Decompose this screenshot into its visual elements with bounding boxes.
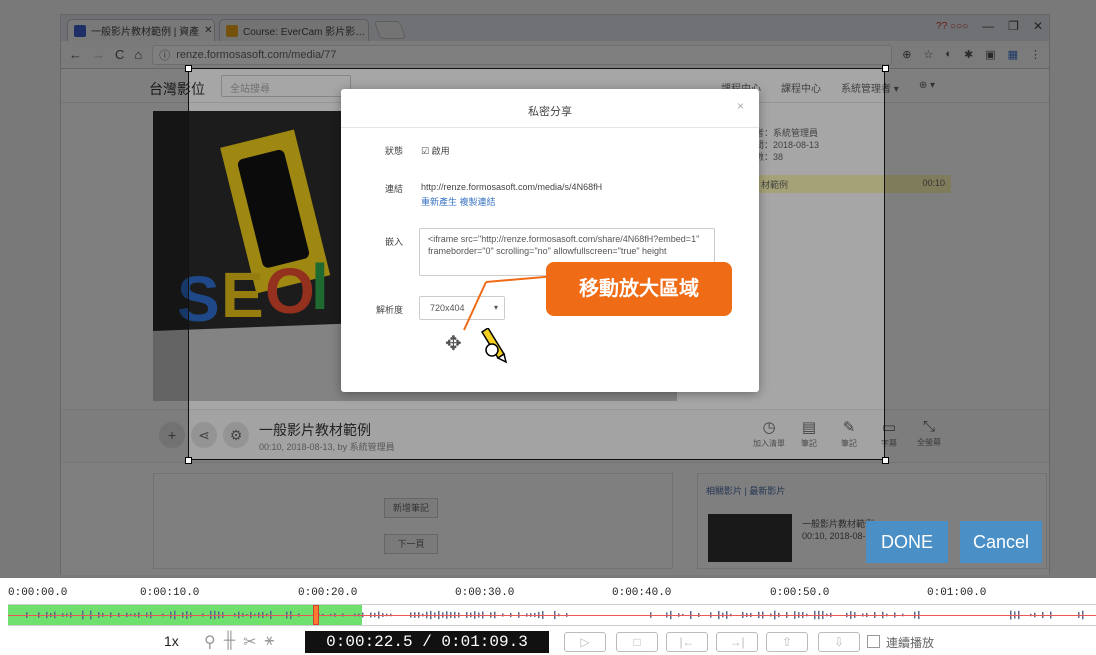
move-up-button[interactable]: ⇧ bbox=[766, 632, 808, 652]
embed-label: 嵌入 bbox=[384, 237, 403, 247]
move-cursor-icon: ✥ bbox=[445, 333, 462, 355]
move-down-button[interactable]: ⇩ bbox=[818, 632, 860, 652]
close-icon[interactable]: × bbox=[737, 99, 744, 113]
zoom-icon[interactable]: ⚲ bbox=[204, 632, 216, 652]
dim-overlay-left bbox=[0, 68, 188, 460]
resize-handle[interactable] bbox=[185, 457, 192, 464]
timeline-tick-label: 0:00:30.0 bbox=[455, 587, 515, 599]
cancel-button[interactable]: Cancel bbox=[960, 521, 1042, 563]
cut-icon[interactable]: ✂ bbox=[243, 632, 256, 652]
loop-label: 連續播放 bbox=[886, 636, 935, 650]
done-button[interactable]: DONE bbox=[866, 521, 948, 563]
prev-icon: |← bbox=[679, 635, 695, 649]
split-icon[interactable]: ⚹ bbox=[264, 632, 274, 652]
playback-controls: 1x ⚲ ╫ ✂ ⚹ 0:00:22.5 / 0:01:09.3 ▷ □ |← … bbox=[0, 630, 1096, 655]
timeline-tick-label: 0:01:00.0 bbox=[927, 587, 987, 599]
timeline-tools: ⚲ ╫ ✂ ⚹ bbox=[204, 632, 274, 652]
next-mark-button[interactable]: →| bbox=[716, 632, 758, 652]
down-icon: ⇩ bbox=[833, 635, 845, 649]
enable-checkbox[interactable]: ☑ 啟用 bbox=[421, 144, 450, 157]
timeline-tick-label: 0:00:00.0 bbox=[8, 587, 68, 599]
loop-checkbox[interactable] bbox=[867, 635, 880, 648]
up-icon: ⇧ bbox=[781, 635, 793, 649]
playhead-handle[interactable] bbox=[313, 605, 319, 625]
share-link[interactable]: http://renze.formosasoft.com/media/s/4N6… bbox=[421, 182, 602, 192]
link-actions[interactable]: 重新產生 複製連結 bbox=[421, 195, 496, 208]
callout-label: 移動放大區域 bbox=[546, 262, 732, 316]
resolution-label: 解析度 bbox=[375, 305, 403, 315]
track-baseline bbox=[8, 615, 1096, 616]
play-button[interactable]: ▷ bbox=[564, 632, 606, 652]
link-label: 連結 bbox=[384, 184, 403, 194]
timeline-tick-label: 0:00:20.0 bbox=[298, 587, 358, 599]
stop-button[interactable]: □ bbox=[616, 632, 658, 652]
resize-handle[interactable] bbox=[882, 65, 889, 72]
resize-handle[interactable] bbox=[882, 457, 889, 464]
pencil-cursor-icon bbox=[480, 328, 508, 364]
timeline-tick-label: 0:00:40.0 bbox=[612, 587, 672, 599]
dim-overlay-top bbox=[0, 0, 1096, 68]
resize-handle[interactable] bbox=[185, 65, 192, 72]
play-icon: ▷ bbox=[580, 635, 590, 649]
zoom-level[interactable]: 1x bbox=[164, 633, 179, 649]
next-icon: →| bbox=[729, 635, 745, 649]
private-share-dialog: 私密分享 × 狀態 ☑ 啟用 連結 http://renze.formosaso… bbox=[341, 89, 759, 392]
dim-overlay-right bbox=[885, 68, 1096, 460]
timeline-tick-label: 0:00:50.0 bbox=[770, 587, 830, 599]
divider bbox=[341, 127, 759, 128]
timeline-track[interactable] bbox=[8, 604, 1096, 626]
timeline-tick-label: 0:00:10.0 bbox=[140, 587, 200, 599]
equalizer-icon[interactable]: ╫ bbox=[224, 632, 235, 652]
time-display: 0:00:22.5 / 0:01:09.3 bbox=[305, 631, 549, 653]
screen-recording-stage: 一般影片教材範例 | 資產 ✕ Course: EverCam 影片影… ✕ ?… bbox=[0, 0, 1096, 578]
prev-mark-button[interactable]: |← bbox=[666, 632, 708, 652]
status-label: 狀態 bbox=[384, 146, 403, 156]
dialog-title: 私密分享 bbox=[528, 106, 572, 118]
stop-icon: □ bbox=[633, 635, 641, 649]
